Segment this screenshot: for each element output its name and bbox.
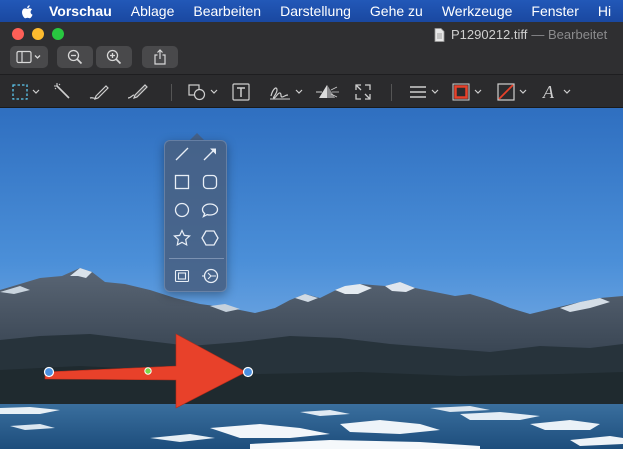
chevron-down-icon (519, 89, 527, 94)
share-button[interactable] (142, 46, 178, 68)
text-style-tool[interactable]: A (540, 82, 571, 102)
text-style-icon: A (542, 82, 555, 102)
shape-style-tool[interactable] (408, 82, 439, 102)
menu-ablage[interactable]: Ablage (131, 3, 175, 19)
toolbar-separator (171, 84, 172, 101)
arrow-annotation[interactable] (0, 108, 623, 449)
oval-shape[interactable] (171, 199, 193, 221)
draw-tool[interactable] (126, 82, 150, 102)
sketch-icon (89, 85, 109, 100)
border-color-tool[interactable] (451, 82, 482, 102)
shapes-popover (164, 140, 227, 292)
border-color-icon (452, 83, 470, 101)
edited-status: — Bearbeitet (531, 27, 608, 42)
selection-tool[interactable] (11, 82, 40, 102)
svg-text:A: A (542, 82, 555, 102)
menu-werkzeuge[interactable]: Werkzeuge (442, 3, 513, 19)
instant-alpha-tool[interactable] (53, 82, 73, 102)
preview-window: P1290212.tiff — Bearbeitet A (0, 22, 623, 449)
shape-style-icon (410, 86, 426, 98)
chevron-down-icon (474, 89, 482, 94)
adjust-size-icon (355, 84, 371, 100)
zoom-in-button[interactable] (96, 46, 132, 68)
file-name: P1290212.tiff (451, 27, 528, 42)
zoom-out-button[interactable] (57, 46, 93, 68)
share-icon (154, 49, 166, 65)
rectangular-selection-icon (12, 84, 28, 100)
arrow-shape[interactable] (199, 143, 221, 165)
menu-hilfe[interactable]: Hi (598, 3, 611, 19)
zoom-button[interactable] (52, 28, 64, 40)
zoom-out-icon (67, 49, 83, 65)
minimize-button[interactable] (32, 28, 44, 40)
arrow-curve-handle[interactable] (144, 367, 152, 375)
chevron-down-icon (431, 89, 439, 94)
sidebar-button[interactable] (10, 46, 48, 68)
oval-icon (174, 202, 190, 218)
star-shape[interactable] (171, 227, 193, 249)
document-icon (434, 27, 445, 42)
rounded-rectangle-shape[interactable] (199, 171, 221, 193)
arrow-start-handle[interactable] (43, 366, 55, 378)
zoom-in-icon (106, 49, 122, 65)
menu-app[interactable]: Vorschau (49, 3, 112, 19)
sign-icon (270, 87, 290, 100)
chevron-down-icon (32, 89, 40, 94)
line-shape[interactable] (171, 143, 193, 165)
arrow-end-handle[interactable] (242, 366, 254, 378)
popover-divider (169, 258, 224, 259)
fill-color-icon (497, 83, 515, 101)
image-canvas[interactable] (0, 108, 623, 449)
chevron-down-icon (295, 89, 303, 94)
shapes-tool[interactable] (187, 82, 218, 102)
sidebar-icon (16, 50, 41, 64)
sketch-tool[interactable] (88, 82, 110, 102)
loupe-shape[interactable] (199, 265, 221, 287)
popover-caret (190, 133, 204, 140)
menu-darstellung[interactable]: Darstellung (280, 3, 351, 19)
markup-toolbar: A (0, 74, 623, 108)
text-tool[interactable] (231, 82, 251, 102)
menu-bearbeiten[interactable]: Bearbeiten (193, 3, 261, 19)
mask-shape[interactable] (171, 265, 193, 287)
text-icon (232, 83, 250, 101)
fill-color-tool[interactable] (496, 82, 527, 102)
draw-icon (127, 84, 148, 99)
mask-icon (174, 269, 190, 283)
adjust-color-tool[interactable] (316, 82, 340, 102)
shapes-icon (188, 84, 206, 101)
polygon-shape[interactable] (199, 227, 221, 249)
adjust-size-tool[interactable] (353, 82, 373, 102)
rectangle-icon (174, 174, 190, 190)
speech-bubble-shape[interactable] (199, 199, 221, 221)
star-icon (173, 229, 191, 247)
sign-tool[interactable] (268, 82, 303, 102)
loupe-icon (202, 268, 219, 284)
chevron-down-icon (210, 89, 218, 94)
polygon-icon (201, 230, 219, 246)
menu-fenster[interactable]: Fenster (531, 3, 578, 19)
rounded-rectangle-icon (202, 174, 218, 190)
speech-bubble-icon (201, 203, 219, 218)
window-title: P1290212.tiff — Bearbeitet (434, 27, 607, 42)
chevron-down-icon (563, 89, 571, 94)
arrow-icon (203, 148, 216, 161)
title-bar: P1290212.tiff — Bearbeitet (0, 22, 623, 74)
instant-alpha-icon (54, 83, 70, 99)
menu-bar: Vorschau Ablage Bearbeiten Darstellung G… (0, 0, 623, 22)
close-button[interactable] (12, 28, 24, 40)
toolbar-separator (391, 84, 392, 101)
menu-gehe-zu[interactable]: Gehe zu (370, 3, 423, 19)
apple-menu-icon[interactable] (20, 4, 33, 19)
rectangle-shape[interactable] (171, 171, 193, 193)
adjust-color-icon (316, 85, 339, 98)
line-icon (175, 147, 189, 161)
